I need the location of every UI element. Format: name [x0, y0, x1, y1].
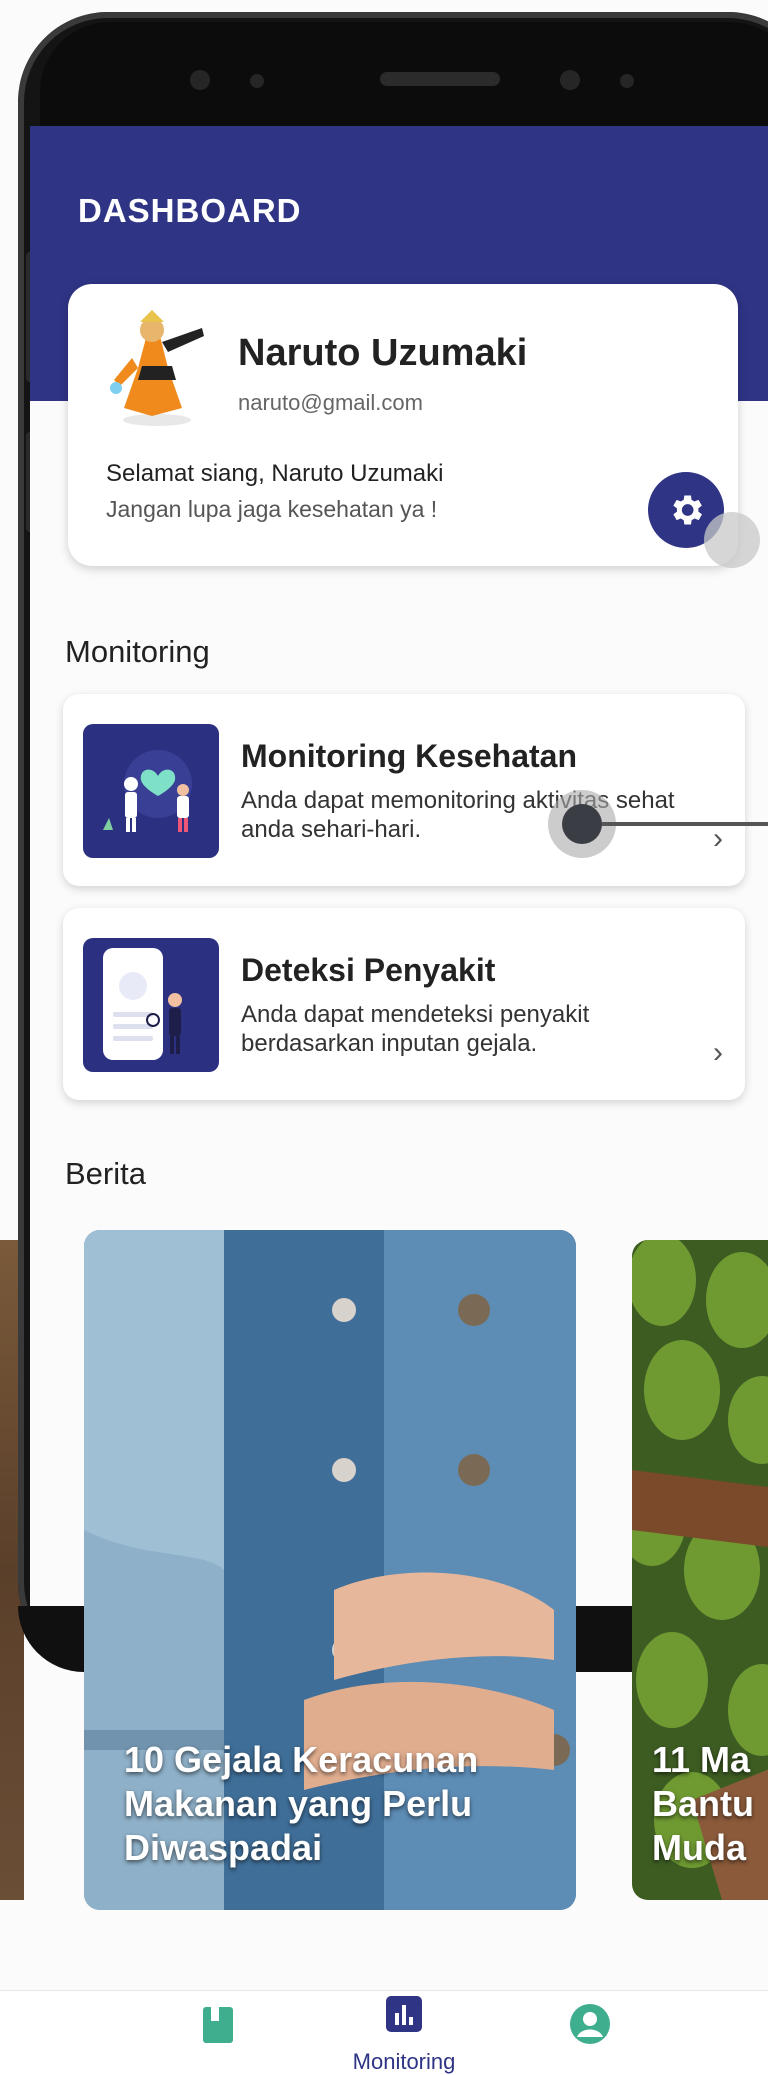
- phone-speaker: [380, 72, 500, 86]
- bottom-navigation: Monitoring: [0, 1990, 768, 2075]
- account-icon: [570, 2004, 610, 2044]
- chevron-right-icon: ›: [713, 1036, 723, 1069]
- news-card[interactable]: 10 Gejala Keracunan Makanan yang Perlu D…: [84, 1230, 576, 1910]
- nav-item-book[interactable]: [138, 1991, 298, 2075]
- section-title-monitoring: Monitoring: [65, 634, 210, 669]
- greeting-text: Selamat siang, Naruto Uzumaki: [106, 460, 444, 487]
- health-monitor-illustration: [83, 724, 219, 858]
- news-title: 11 Ma Bantu Muda: [652, 1739, 754, 1868]
- nav-label: Monitoring: [352, 2049, 456, 2074]
- gear-icon: [673, 495, 702, 525]
- chevron-right-icon: ›: [713, 822, 723, 855]
- user-email: naruto@gmail.com: [238, 390, 423, 415]
- menu-description: Anda dapat memonitoring aktivitas sehat …: [241, 787, 675, 843]
- camera-sensor: [250, 74, 264, 88]
- touch-indicator: [562, 804, 602, 844]
- menu-description: Anda dapat mendeteksi penyakit berdasark…: [241, 1001, 590, 1057]
- book-icon: [203, 2007, 233, 2043]
- nav-item-account[interactable]: [510, 1991, 670, 2075]
- news-card[interactable]: 11 Ma Bantu Muda: [632, 1240, 768, 1900]
- profile-card: Naruto Uzumaki naruto@gmail.com Selamat …: [68, 284, 760, 568]
- chart-icon: [386, 1996, 422, 2032]
- news-carousel[interactable]: 10 Gejala Keracunan Makanan yang Perlu D…: [0, 1230, 768, 1930]
- menu-title: Monitoring Kesehatan: [241, 738, 578, 774]
- app-page: DASHBOARD Naruto Uzumaki naruto@gmail.co…: [0, 0, 768, 2075]
- menu-card-deteksi-penyakit[interactable]: Deteksi Penyakit Anda dapat mendeteksi p…: [63, 908, 745, 1100]
- section-title-berita: Berita: [65, 1156, 146, 1191]
- front-camera: [560, 70, 580, 90]
- avatar: [102, 308, 212, 428]
- menu-title: Deteksi Penyakit: [241, 952, 496, 988]
- phone-top-bezel: [40, 22, 768, 127]
- phone-doctor-illustration: [83, 938, 219, 1072]
- user-name: Naruto Uzumaki: [238, 332, 528, 374]
- touch-indicator: [704, 512, 760, 568]
- news-title: 10 Gejala Keracunan Makanan yang Perlu D…: [124, 1739, 479, 1868]
- nav-item-monitoring[interactable]: Monitoring: [324, 1991, 484, 2075]
- camera-sensor: [190, 70, 210, 90]
- page-title: DASHBOARD: [78, 192, 302, 229]
- greeting-subtitle: Jangan lupa jaga kesehatan ya !: [106, 496, 438, 522]
- menu-card-monitoring-kesehatan[interactable]: Monitoring Kesehatan Anda dapat memonito…: [63, 694, 745, 886]
- camera-sensor: [620, 74, 634, 88]
- swipe-trail: [602, 822, 768, 826]
